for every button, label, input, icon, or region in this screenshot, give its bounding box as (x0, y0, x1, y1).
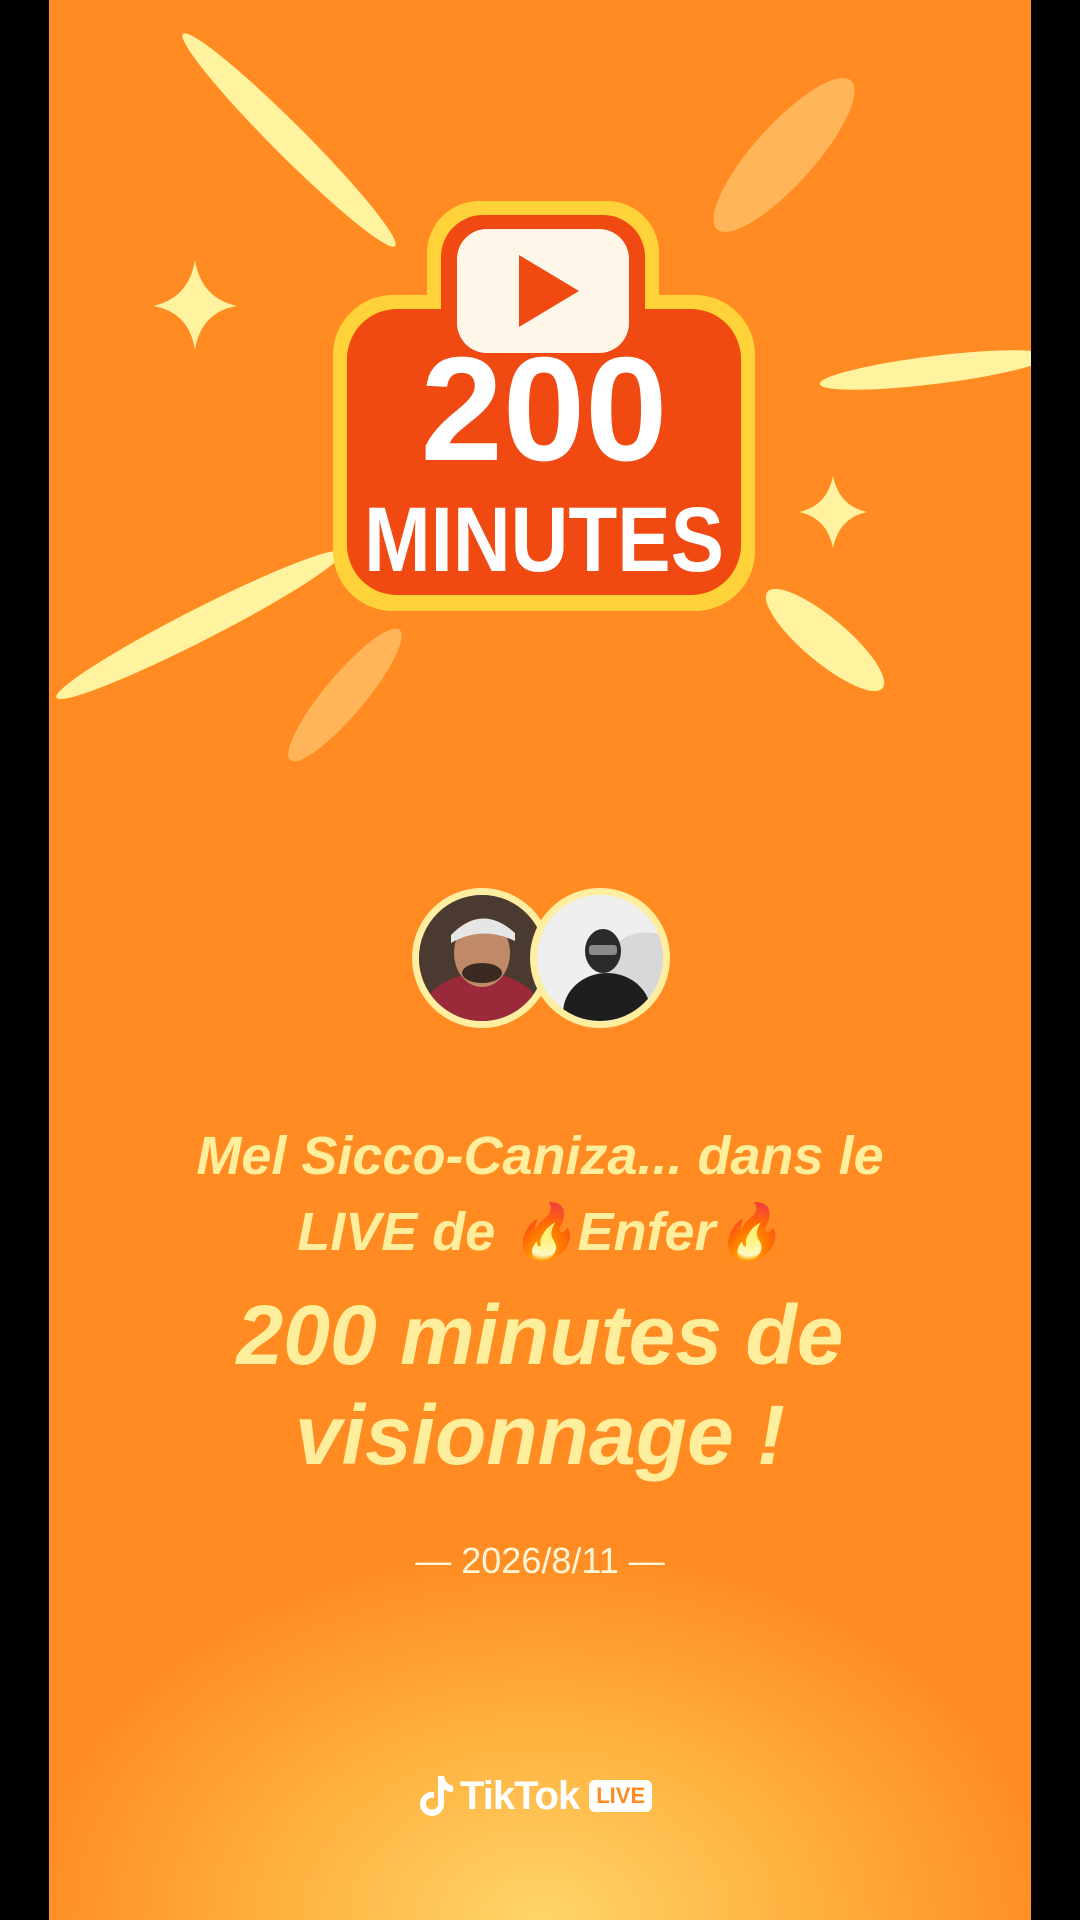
viewer-live-message: Mel Sicco-Caniza... dans le LIVE de 🔥Enf… (49, 1118, 1031, 1270)
watch-time-line-1: 200 minutes de (236, 1288, 844, 1382)
brand-name: TikTok (460, 1773, 580, 1818)
tiktok-note-icon (420, 1776, 453, 1816)
watch-time-line-2: visionnage ! (294, 1388, 786, 1482)
achievement-date: — 2026/8/11 — (415, 1540, 665, 1581)
milestone-badge: 200 MINUTES (333, 201, 755, 611)
badge-word: MINUTES (364, 489, 724, 591)
message-line-2: LIVE de 🔥Enfer🔥 (297, 1202, 783, 1262)
tiktok-live-logo: TikTok LIVE (418, 1768, 653, 1824)
watch-time-headline: 200 minutes de visionnage ! (49, 1285, 1031, 1485)
badge-number: 200 (421, 327, 668, 492)
viewer-avatar-2[interactable] (530, 888, 670, 1028)
page: 200 MINUTES Mel Sicco-Caniza... dans le … (0, 0, 1080, 1920)
live-tag: LIVE (589, 1780, 653, 1812)
sparkle-icon (153, 260, 237, 350)
sparkle-icon (799, 476, 867, 548)
viewer-avatars (412, 888, 672, 1028)
achievement-card: 200 MINUTES Mel Sicco-Caniza... dans le … (49, 0, 1031, 1920)
message-line-1: Mel Sicco-Caniza... dans le (196, 1126, 884, 1186)
